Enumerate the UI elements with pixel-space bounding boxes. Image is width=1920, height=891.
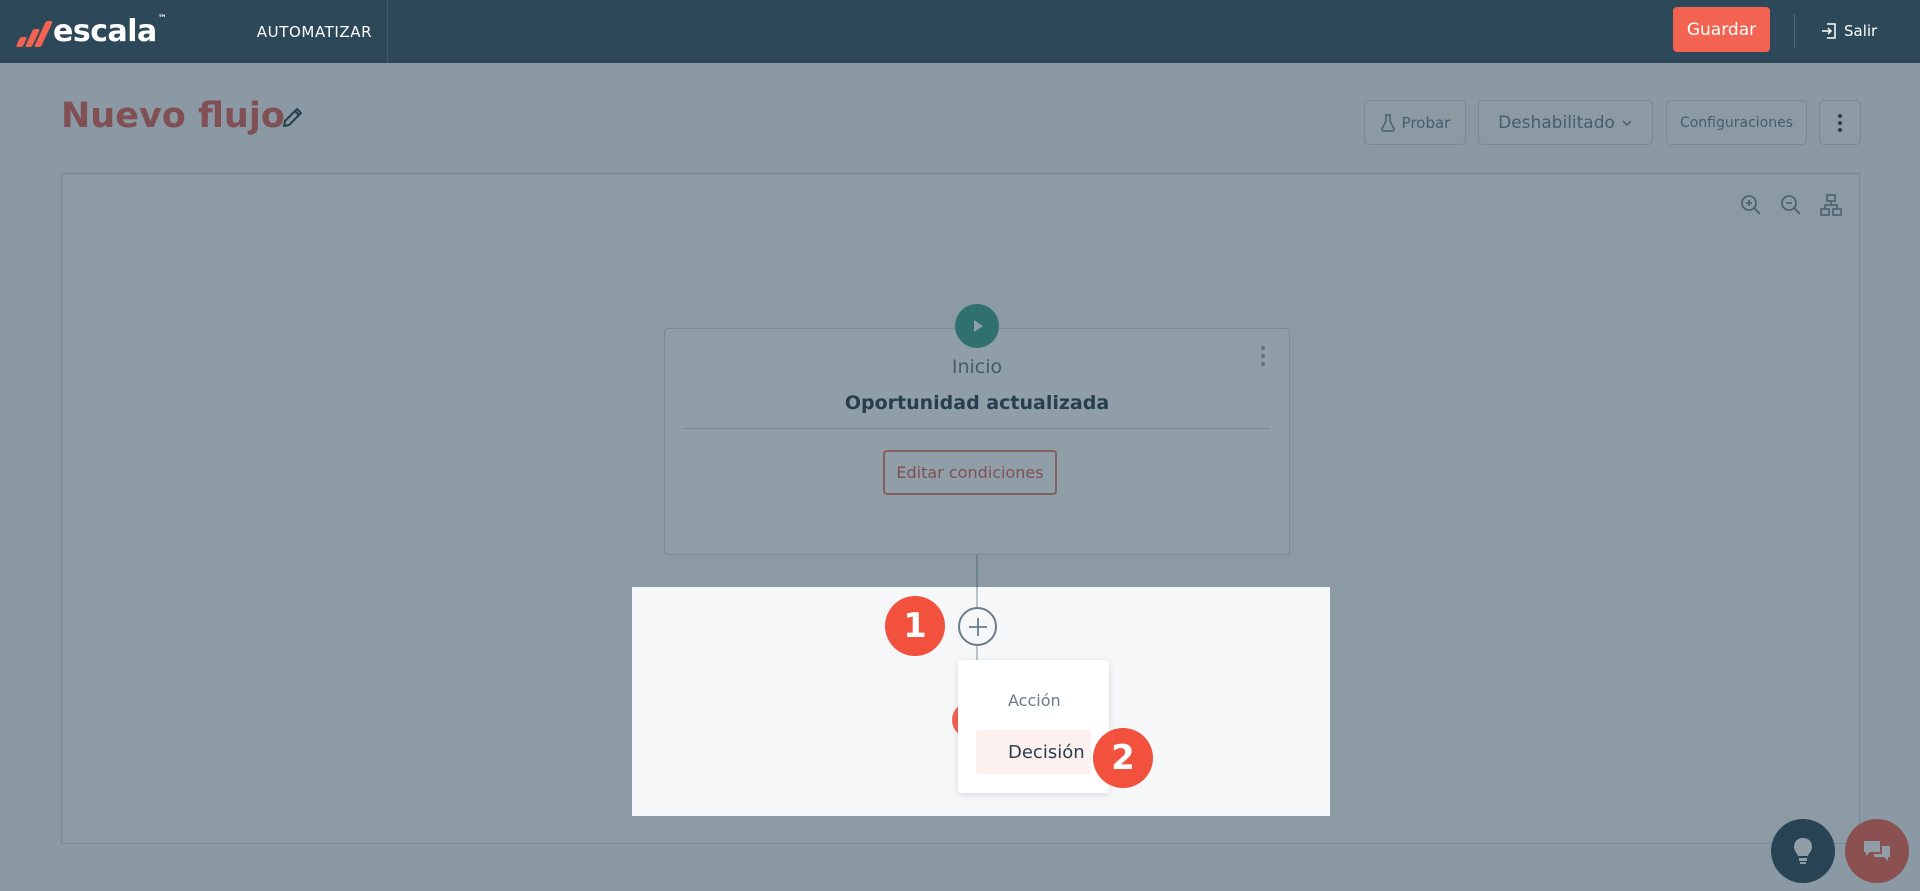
logo-mark-icon	[15, 17, 54, 47]
exit-label: Salir	[1844, 22, 1878, 40]
menu-item-decision[interactable]: Decisión	[976, 730, 1091, 774]
tutorial-step-badge: 2	[1093, 728, 1153, 788]
exit-button[interactable]: Salir	[1820, 18, 1877, 44]
top-bar: escala™ AUTOMATIZAR Guardar Salir	[0, 0, 1920, 63]
connector-line	[976, 587, 978, 607]
nav-automatizar[interactable]: AUTOMATIZAR	[242, 0, 388, 63]
brand-name: escala™	[53, 14, 167, 49]
tutorial-step-badge: 1	[885, 596, 945, 656]
logout-icon	[1822, 23, 1836, 39]
menu-item-accion[interactable]: Acción	[976, 678, 1091, 722]
add-step-menu: Acción Decisión	[958, 660, 1109, 793]
topbar-divider	[1794, 14, 1795, 49]
connector-line	[976, 646, 978, 660]
plus-circle-icon[interactable]	[958, 607, 997, 646]
save-button[interactable]: Guardar	[1673, 7, 1770, 52]
escala-logo[interactable]: escala™	[15, 14, 167, 49]
